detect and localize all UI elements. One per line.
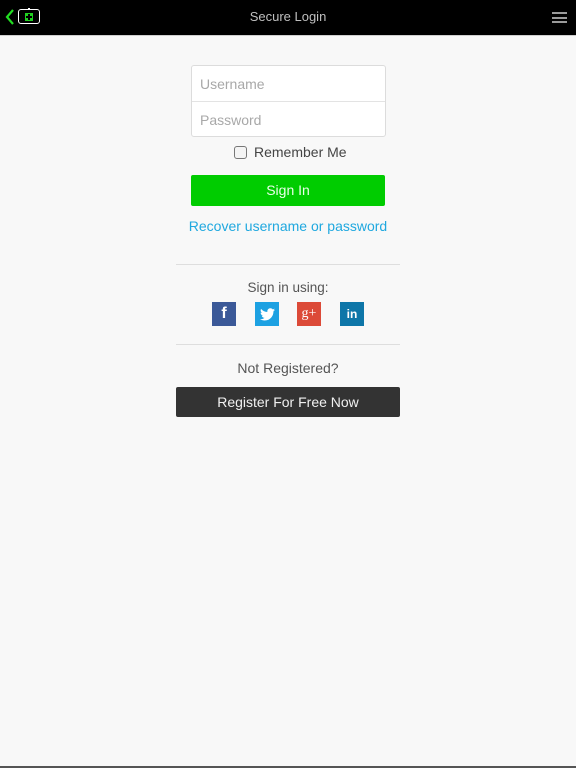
twitter-icon [259, 307, 275, 320]
remember-me[interactable]: Remember Me [234, 144, 347, 160]
facebook-icon: f [221, 305, 227, 322]
google-plus-button[interactable]: g+ [297, 302, 321, 326]
facebook-button[interactable]: f [212, 302, 236, 326]
remember-me-label: Remember Me [254, 144, 347, 160]
twitter-button[interactable] [255, 302, 279, 326]
sign-in-button[interactable]: Sign In [191, 175, 385, 206]
remember-me-checkbox[interactable] [234, 145, 247, 159]
linkedin-button[interactable]: in [340, 302, 364, 326]
username-input[interactable] [192, 66, 385, 101]
google-plus-icon: g+ [301, 306, 317, 321]
social-heading: Sign in using: [247, 280, 329, 295]
register-button[interactable]: Register For Free Now [176, 387, 400, 417]
recover-link[interactable]: Recover username or password [0, 218, 576, 234]
linkedin-icon: in [346, 307, 358, 321]
hamburger-menu-icon[interactable] [552, 12, 567, 23]
password-input[interactable] [192, 102, 385, 137]
page-title: Secure Login [249, 9, 327, 24]
top-bar: Secure Login [0, 0, 576, 36]
divider [176, 344, 400, 345]
not-registered-text: Not Registered? [237, 360, 339, 376]
login-fields [191, 65, 386, 137]
divider [176, 264, 400, 265]
